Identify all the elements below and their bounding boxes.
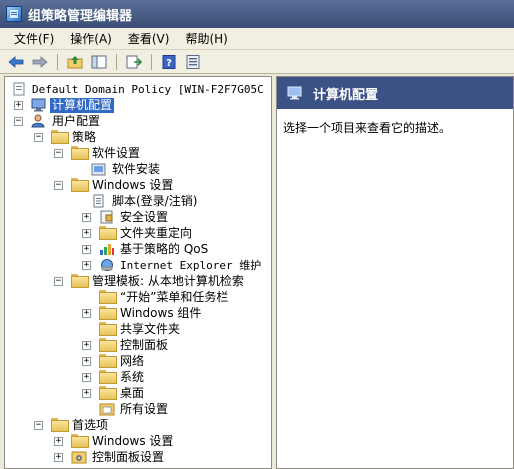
- expander-policies[interactable]: −: [34, 133, 43, 142]
- expander-software-settings[interactable]: −: [54, 149, 63, 158]
- folder-icon: [99, 370, 115, 384]
- tree-item-ie-maintenance[interactable]: Internet Explorer 维护: [99, 257, 263, 273]
- tree-item-network[interactable]: 网络: [99, 353, 146, 369]
- menu-bar: 文件(F) 操作(A) 查看(V) 帮助(H): [0, 28, 514, 50]
- tree-item-policies[interactable]: 策略: [51, 129, 98, 145]
- expander-qos[interactable]: +: [82, 245, 91, 254]
- menu-file[interactable]: 文件(F): [6, 29, 62, 49]
- properties-icon[interactable]: [183, 53, 203, 71]
- tree-item-start-menu[interactable]: “开始”菜单和任务栏: [99, 289, 230, 305]
- tree-item-system[interactable]: 系统: [99, 369, 146, 385]
- expander-desktop[interactable]: +: [82, 389, 91, 398]
- computer-icon: [31, 98, 47, 112]
- tree-item-software-install[interactable]: 软件安装: [91, 161, 162, 177]
- expander-system[interactable]: +: [82, 373, 91, 382]
- show-hide-tree-icon[interactable]: [89, 53, 109, 71]
- tree-item-windows-components[interactable]: Windows 组件: [99, 305, 203, 321]
- expander-computer-config[interactable]: +: [14, 101, 23, 110]
- expander-security-settings[interactable]: +: [82, 213, 91, 222]
- tree-item-windows-settings[interactable]: Windows 设置: [71, 177, 175, 193]
- folder-icon: [71, 146, 87, 160]
- folder-icon: [99, 290, 115, 304]
- folder-icon: [99, 226, 115, 240]
- title-bar[interactable]: 组策略管理编辑器: [0, 0, 514, 28]
- tree-item-user-config[interactable]: 用户配置: [31, 113, 102, 129]
- bar-chart-icon: [99, 242, 115, 256]
- expander-windows-components[interactable]: +: [82, 309, 91, 318]
- expander-pref-control-panel[interactable]: +: [54, 453, 63, 462]
- tree-item-pref-control-panel[interactable]: 控制面板设置: [71, 449, 166, 465]
- expander-folder-redirection[interactable]: +: [82, 229, 91, 238]
- window-title: 组策略管理编辑器: [28, 8, 133, 24]
- tree-item-scripts[interactable]: 脚本(登录/注销): [91, 193, 199, 209]
- all-settings-icon: [99, 402, 115, 416]
- tree-item-preferences[interactable]: 首选项: [51, 417, 110, 433]
- forward-icon[interactable]: [30, 53, 50, 71]
- folder-icon: [71, 274, 87, 288]
- script-icon: [91, 194, 107, 208]
- tree-item-software-settings[interactable]: 软件设置: [71, 145, 142, 161]
- back-icon[interactable]: [6, 53, 26, 71]
- tree-item-shared-folders[interactable]: 共享文件夹: [99, 321, 182, 337]
- tree-item-admin-templates[interactable]: 管理模板: 从本地计算机检索: [71, 273, 246, 289]
- folder-icon: [71, 434, 87, 448]
- expander-admin-templates[interactable]: −: [54, 277, 63, 286]
- tree-item-desktop[interactable]: 桌面: [99, 385, 146, 401]
- export-list-icon[interactable]: [124, 53, 144, 71]
- folder-icon: [99, 386, 115, 400]
- menu-action[interactable]: 操作(A): [62, 29, 120, 49]
- expander-user-config[interactable]: −: [14, 117, 23, 126]
- user-icon: [31, 114, 47, 128]
- tree-item-folder-redirection[interactable]: 文件夹重定向: [99, 225, 194, 241]
- expander-pref-windows-settings[interactable]: +: [54, 437, 63, 446]
- tree-item-computer-config[interactable]: 计算机配置: [31, 97, 115, 113]
- expander-network[interactable]: +: [82, 357, 91, 366]
- toolbar-separator: [116, 53, 117, 70]
- computer-icon: [287, 86, 303, 100]
- security-icon: [99, 210, 115, 224]
- svg-text:?: ?: [166, 58, 172, 69]
- software-install-icon: [91, 162, 107, 176]
- help-icon[interactable]: ?: [159, 53, 179, 71]
- tree-item-qos[interactable]: 基于策略的 QoS: [99, 241, 210, 257]
- control-panel-settings-icon: [71, 450, 87, 464]
- expander-preferences[interactable]: −: [34, 421, 43, 430]
- tree-root[interactable]: Default Domain Policy [WIN-F2F7G05C: [11, 81, 266, 97]
- details-description: 选择一个项目来查看它的描述。: [283, 121, 452, 135]
- menu-view[interactable]: 查看(V): [120, 29, 178, 49]
- policy-editor-icon: [6, 6, 22, 22]
- folder-icon: [51, 130, 67, 144]
- toolbar-separator: [151, 53, 152, 70]
- details-pane: 计算机配置 选择一个项目来查看它的描述。: [276, 76, 514, 469]
- expander-windows-settings[interactable]: −: [54, 181, 63, 190]
- folder-icon: [99, 306, 115, 320]
- folder-icon: [99, 354, 115, 368]
- console-tree[interactable]: Default Domain Policy [WIN-F2F7G05C + 计算…: [4, 76, 272, 469]
- tree-item-control-panel[interactable]: 控制面板: [99, 337, 170, 353]
- policy-document-icon: [11, 82, 27, 96]
- tree-item-security-settings[interactable]: 安全设置: [99, 209, 170, 225]
- folder-icon: [71, 178, 87, 192]
- menu-help[interactable]: 帮助(H): [177, 29, 235, 49]
- toolbar: ?: [0, 50, 514, 74]
- tree-item-pref-windows-settings[interactable]: Windows 设置: [71, 433, 175, 449]
- main-content: Default Domain Policy [WIN-F2F7G05C + 计算…: [0, 75, 514, 469]
- expander-control-panel[interactable]: +: [82, 341, 91, 350]
- folder-icon: [51, 418, 67, 432]
- details-title: 计算机配置: [313, 87, 379, 103]
- folder-icon: [99, 322, 115, 336]
- folder-icon: [99, 338, 115, 352]
- up-folder-icon[interactable]: [65, 53, 85, 71]
- ie-maintenance-icon: [99, 258, 115, 272]
- expander-ie-maintenance[interactable]: +: [82, 261, 91, 270]
- gpo-editor-window: 组策略管理编辑器 文件(F) 操作(A) 查看(V) 帮助(H) ? Defau…: [0, 0, 514, 469]
- details-header: 计算机配置: [277, 77, 513, 109]
- toolbar-separator: [57, 53, 58, 70]
- tree-item-all-settings[interactable]: 所有设置: [99, 401, 170, 417]
